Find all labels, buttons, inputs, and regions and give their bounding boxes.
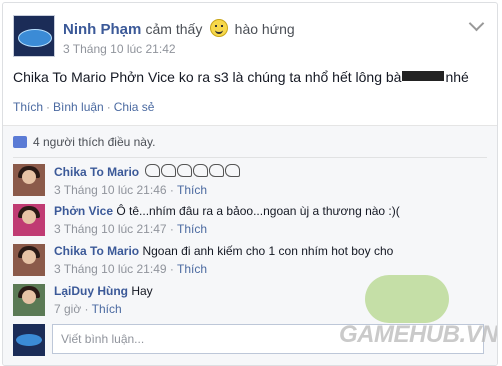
comment-body: Chika To Mario Ngoan đi anh kiếm cho 1 c…	[54, 244, 393, 276]
hand-glyph-icon	[209, 164, 225, 177]
divider	[13, 157, 487, 158]
chevron-down-icon[interactable]	[468, 15, 485, 32]
likes-summary[interactable]: 4 người thích điều này.	[13, 135, 155, 149]
comment-author[interactable]: Chika To Mario	[54, 244, 139, 258]
comment-like-button[interactable]: Thích	[177, 183, 207, 197]
feedback-section: 4 người thích điều này. Chika To Mario 3…	[3, 125, 497, 365]
hand-glyph-icon	[225, 164, 241, 177]
comment-author[interactable]: Chika To Mario	[54, 165, 139, 179]
comment-meta: 7 giờ · Thích	[54, 302, 153, 316]
separator-dot: ·	[106, 100, 111, 114]
post-actions: Thích · Bình luận · Chia sẻ	[13, 100, 154, 114]
avatar-face	[22, 210, 36, 224]
comment-time[interactable]: 7 giờ	[54, 302, 81, 316]
comment-text: Ô tê...nhím đâu ra a bảoo...ngoan ùj a t…	[116, 204, 400, 218]
comment-text: Hay	[131, 284, 153, 298]
comment-text: Ngoan đi anh kiếm cho 1 con nhím hot boy…	[142, 244, 394, 258]
author-avatar[interactable]	[13, 15, 55, 57]
comment-input[interactable]	[52, 324, 484, 354]
comment-like-button[interactable]: Thích	[177, 222, 207, 236]
redaction-mark	[402, 71, 445, 81]
author-line: Ninh Phạm cảm thấy hào hứng	[63, 19, 295, 38]
avatar-face	[22, 170, 36, 184]
post-text-main: Chika To Mario Phởn Vice ko ra s3 là chú…	[13, 69, 402, 85]
hand-glyphs	[145, 164, 241, 179]
post-card: Ninh Phạm cảm thấy hào hứng 3 Tháng 10 l…	[2, 2, 498, 366]
logo-icon	[18, 29, 52, 47]
avatar[interactable]	[13, 284, 45, 316]
avatar-face	[22, 250, 36, 264]
separator-dot: ·	[81, 302, 92, 316]
comment-like-button[interactable]: Thích	[92, 302, 122, 316]
post-text: Chika To Mario Phởn Vice ko ra s3 là chú…	[13, 69, 483, 85]
avatar[interactable]	[13, 164, 45, 196]
comment-body: Phởn Vice Ô tê...nhím đâu ra a bảoo...ng…	[54, 204, 400, 236]
avatar[interactable]	[13, 204, 45, 236]
logo-icon	[16, 334, 42, 346]
post-timestamp[interactable]: 3 Tháng 10 lúc 21:42	[63, 42, 176, 56]
comment-author[interactable]: LạiDuy Hùng	[54, 284, 128, 298]
thumbs-up-icon	[13, 136, 27, 148]
comment-meta: 3 Tháng 10 lúc 21:49 · Thích	[54, 262, 393, 276]
share-button[interactable]: Chia sẻ	[114, 100, 155, 114]
comment-button[interactable]: Bình luận	[53, 100, 104, 114]
like-button[interactable]: Thích	[13, 100, 43, 114]
comment-time[interactable]: 3 Tháng 10 lúc 21:47	[54, 222, 167, 236]
grinning-face-icon	[209, 19, 228, 37]
likes-text: 4 người thích điều này.	[33, 135, 156, 149]
separator-dot: ·	[166, 262, 177, 276]
comment-body: LạiDuy Hùng Hay 7 giờ · Thích	[54, 284, 153, 316]
separator-dot: ·	[166, 222, 177, 236]
avatar[interactable]	[13, 244, 45, 276]
comment-like-button[interactable]: Thích	[177, 262, 207, 276]
feeling-prefix: cảm thấy	[145, 21, 203, 37]
comment-body: Chika To Mario 3 Tháng 10 lúc 21:46 · Th…	[54, 164, 241, 197]
feeling-text: hào hứng	[234, 21, 295, 37]
separator-dot: ·	[46, 100, 51, 114]
avatar-face	[22, 290, 36, 304]
post-text-end: nhé	[445, 69, 469, 85]
separator-dot: ·	[166, 183, 177, 197]
hand-glyph-icon	[145, 164, 161, 177]
comment-time[interactable]: 3 Tháng 10 lúc 21:49	[54, 262, 167, 276]
avatar	[13, 324, 45, 356]
comment-meta: 3 Tháng 10 lúc 21:47 · Thích	[54, 222, 400, 236]
author-name[interactable]: Ninh Phạm	[63, 21, 141, 38]
hand-glyph-icon	[161, 164, 177, 177]
hand-glyph-icon	[177, 164, 193, 177]
hand-glyph-icon	[193, 164, 209, 177]
comment-time[interactable]: 3 Tháng 10 lúc 21:46	[54, 183, 167, 197]
comment-author[interactable]: Phởn Vice	[54, 204, 113, 218]
comment-meta: 3 Tháng 10 lúc 21:46 · Thích	[54, 183, 241, 197]
